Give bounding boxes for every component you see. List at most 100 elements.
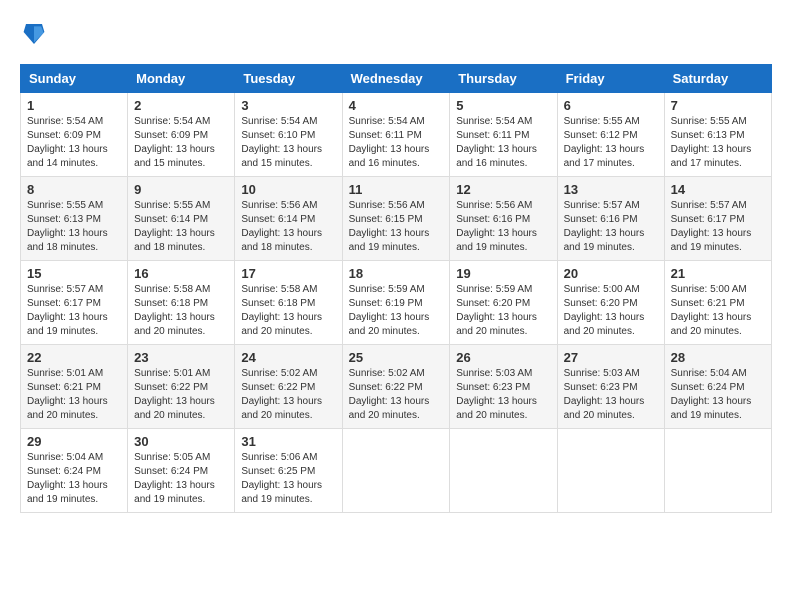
calendar-cell: 25Sunrise: 5:02 AMSunset: 6:22 PMDayligh… (342, 345, 450, 429)
day-info: Sunrise: 5:54 AMSunset: 6:11 PMDaylight:… (349, 115, 444, 171)
day-info: Sunrise: 5:02 AMSunset: 6:22 PMDaylight:… (349, 367, 444, 423)
day-number: 21 (671, 266, 765, 281)
day-info: Sunrise: 5:00 AMSunset: 6:20 PMDaylight:… (564, 283, 658, 339)
calendar-cell: 3 Sunrise: 5:54 AMSunset: 6:10 PMDaylight… (235, 93, 342, 177)
day-info: Sunrise: 5:02 AMSunset: 6:22 PMDaylight:… (241, 367, 335, 423)
day-number: 14 (671, 182, 765, 197)
day-number: 9 (134, 182, 228, 197)
day-info: Sunrise: 5:00 AMSunset: 6:21 PMDaylight:… (671, 283, 765, 339)
day-info: Sunrise: 5:55 AMSunset: 6:13 PMDaylight:… (671, 115, 765, 171)
day-info: Sunrise: 5:54 AMSunset: 6:09 PMDaylight:… (27, 115, 121, 171)
calendar-cell: 31Sunrise: 5:06 AMSunset: 6:25 PMDayligh… (235, 429, 342, 513)
day-number: 7 (671, 98, 765, 113)
day-number: 11 (349, 182, 444, 197)
calendar-cell: 22 Sunrise: 5:01 AMSunset: 6:21 PMDayligh… (21, 345, 128, 429)
calendar-cell: 2Sunrise: 5:54 AMSunset: 6:09 PMDaylight… (128, 93, 235, 177)
day-number: 28 (671, 350, 765, 365)
calendar-cell: 19Sunrise: 5:59 AMSunset: 6:20 PMDayligh… (450, 261, 557, 345)
calendar-cell: 24Sunrise: 5:02 AMSunset: 6:22 PMDayligh… (235, 345, 342, 429)
calendar-cell: 11 Sunrise: 5:56 AMSunset: 6:15 PMDayligh… (342, 177, 450, 261)
calendar-cell: 14 Sunrise: 5:57 AMSunset: 6:17 PMDayligh… (664, 177, 771, 261)
day-info: Sunrise: 5:04 AMSunset: 6:24 PMDaylight:… (671, 367, 765, 423)
day-info: Sunrise: 5:55 AMSunset: 6:13 PMDaylight:… (27, 199, 121, 255)
weekday-header: Monday (128, 65, 235, 93)
day-number: 17 (241, 266, 335, 281)
calendar-cell: 4 Sunrise: 5:54 AMSunset: 6:11 PMDaylight… (342, 93, 450, 177)
weekday-header: Wednesday (342, 65, 450, 93)
day-info: Sunrise: 5:56 AMSunset: 6:16 PMDaylight:… (456, 199, 550, 255)
calendar-cell: 8 Sunrise: 5:55 AMSunset: 6:13 PMDaylight… (21, 177, 128, 261)
calendar-cell (664, 429, 771, 513)
day-info: Sunrise: 5:55 AMSunset: 6:12 PMDaylight:… (564, 115, 658, 171)
calendar-week-row: 8 Sunrise: 5:55 AMSunset: 6:13 PMDaylight… (21, 177, 772, 261)
calendar-cell: 28 Sunrise: 5:04 AMSunset: 6:24 PMDayligh… (664, 345, 771, 429)
calendar-header-row: SundayMondayTuesdayWednesdayThursdayFrid… (21, 65, 772, 93)
day-number: 20 (564, 266, 658, 281)
day-info: Sunrise: 5:57 AMSunset: 6:16 PMDaylight:… (564, 199, 658, 255)
logo (20, 20, 46, 48)
calendar-cell: 21 Sunrise: 5:00 AMSunset: 6:21 PMDayligh… (664, 261, 771, 345)
day-info: Sunrise: 5:59 AMSunset: 6:20 PMDaylight:… (456, 283, 550, 339)
day-info: Sunrise: 5:54 AMSunset: 6:11 PMDaylight:… (456, 115, 550, 171)
weekday-header: Thursday (450, 65, 557, 93)
day-info: Sunrise: 5:59 AMSunset: 6:19 PMDaylight:… (349, 283, 444, 339)
day-number: 31 (241, 434, 335, 449)
calendar: SundayMondayTuesdayWednesdayThursdayFrid… (20, 64, 772, 513)
calendar-cell: 15 Sunrise: 5:57 AMSunset: 6:17 PMDayligh… (21, 261, 128, 345)
day-number: 5 (456, 98, 550, 113)
day-info: Sunrise: 5:03 AMSunset: 6:23 PMDaylight:… (456, 367, 550, 423)
day-number: 29 (27, 434, 121, 449)
calendar-cell (450, 429, 557, 513)
day-number: 22 (27, 350, 121, 365)
calendar-week-row: 29 Sunrise: 5:04 AMSunset: 6:24 PMDayligh… (21, 429, 772, 513)
calendar-cell: 23 Sunrise: 5:01 AMSunset: 6:22 PMDayligh… (128, 345, 235, 429)
day-info: Sunrise: 5:56 AMSunset: 6:14 PMDaylight:… (241, 199, 335, 255)
day-info: Sunrise: 5:03 AMSunset: 6:23 PMDaylight:… (564, 367, 658, 423)
day-number: 8 (27, 182, 121, 197)
header (20, 20, 772, 48)
day-info: Sunrise: 5:01 AMSunset: 6:22 PMDaylight:… (134, 367, 228, 423)
day-info: Sunrise: 5:04 AMSunset: 6:24 PMDaylight:… (27, 451, 121, 507)
day-number: 18 (349, 266, 444, 281)
calendar-cell: 10 Sunrise: 5:56 AMSunset: 6:14 PMDayligh… (235, 177, 342, 261)
calendar-cell: 29 Sunrise: 5:04 AMSunset: 6:24 PMDayligh… (21, 429, 128, 513)
weekday-header: Sunday (21, 65, 128, 93)
day-number: 3 (241, 98, 335, 113)
calendar-cell: 18 Sunrise: 5:59 AMSunset: 6:19 PMDayligh… (342, 261, 450, 345)
day-number: 6 (564, 98, 658, 113)
day-number: 30 (134, 434, 228, 449)
day-info: Sunrise: 5:58 AMSunset: 6:18 PMDaylight:… (134, 283, 228, 339)
calendar-cell (342, 429, 450, 513)
day-info: Sunrise: 5:55 AMSunset: 6:14 PMDaylight:… (134, 199, 228, 255)
logo-icon (22, 20, 46, 48)
calendar-cell: 27 Sunrise: 5:03 AMSunset: 6:23 PMDayligh… (557, 345, 664, 429)
calendar-cell: 17Sunrise: 5:58 AMSunset: 6:18 PMDayligh… (235, 261, 342, 345)
day-info: Sunrise: 5:56 AMSunset: 6:15 PMDaylight:… (349, 199, 444, 255)
calendar-cell: 12Sunrise: 5:56 AMSunset: 6:16 PMDayligh… (450, 177, 557, 261)
weekday-header: Saturday (664, 65, 771, 93)
day-number: 23 (134, 350, 228, 365)
day-number: 2 (134, 98, 228, 113)
day-info: Sunrise: 5:01 AMSunset: 6:21 PMDaylight:… (27, 367, 121, 423)
day-number: 15 (27, 266, 121, 281)
calendar-cell: 9 Sunrise: 5:55 AMSunset: 6:14 PMDaylight… (128, 177, 235, 261)
calendar-week-row: 15 Sunrise: 5:57 AMSunset: 6:17 PMDayligh… (21, 261, 772, 345)
day-number: 26 (456, 350, 550, 365)
calendar-cell: 6 Sunrise: 5:55 AMSunset: 6:12 PMDaylight… (557, 93, 664, 177)
calendar-week-row: 1Sunrise: 5:54 AMSunset: 6:09 PMDaylight… (21, 93, 772, 177)
calendar-cell: 20 Sunrise: 5:00 AMSunset: 6:20 PMDayligh… (557, 261, 664, 345)
day-info: Sunrise: 5:54 AMSunset: 6:10 PMDaylight:… (241, 115, 335, 171)
day-number: 10 (241, 182, 335, 197)
day-number: 16 (134, 266, 228, 281)
weekday-header: Friday (557, 65, 664, 93)
calendar-cell: 7 Sunrise: 5:55 AMSunset: 6:13 PMDaylight… (664, 93, 771, 177)
calendar-week-row: 22 Sunrise: 5:01 AMSunset: 6:21 PMDayligh… (21, 345, 772, 429)
day-number: 13 (564, 182, 658, 197)
calendar-cell: 26 Sunrise: 5:03 AMSunset: 6:23 PMDayligh… (450, 345, 557, 429)
calendar-cell: 16 Sunrise: 5:58 AMSunset: 6:18 PMDayligh… (128, 261, 235, 345)
day-info: Sunrise: 5:57 AMSunset: 6:17 PMDaylight:… (671, 199, 765, 255)
calendar-cell: 1Sunrise: 5:54 AMSunset: 6:09 PMDaylight… (21, 93, 128, 177)
day-info: Sunrise: 5:57 AMSunset: 6:17 PMDaylight:… (27, 283, 121, 339)
day-number: 4 (349, 98, 444, 113)
day-number: 27 (564, 350, 658, 365)
